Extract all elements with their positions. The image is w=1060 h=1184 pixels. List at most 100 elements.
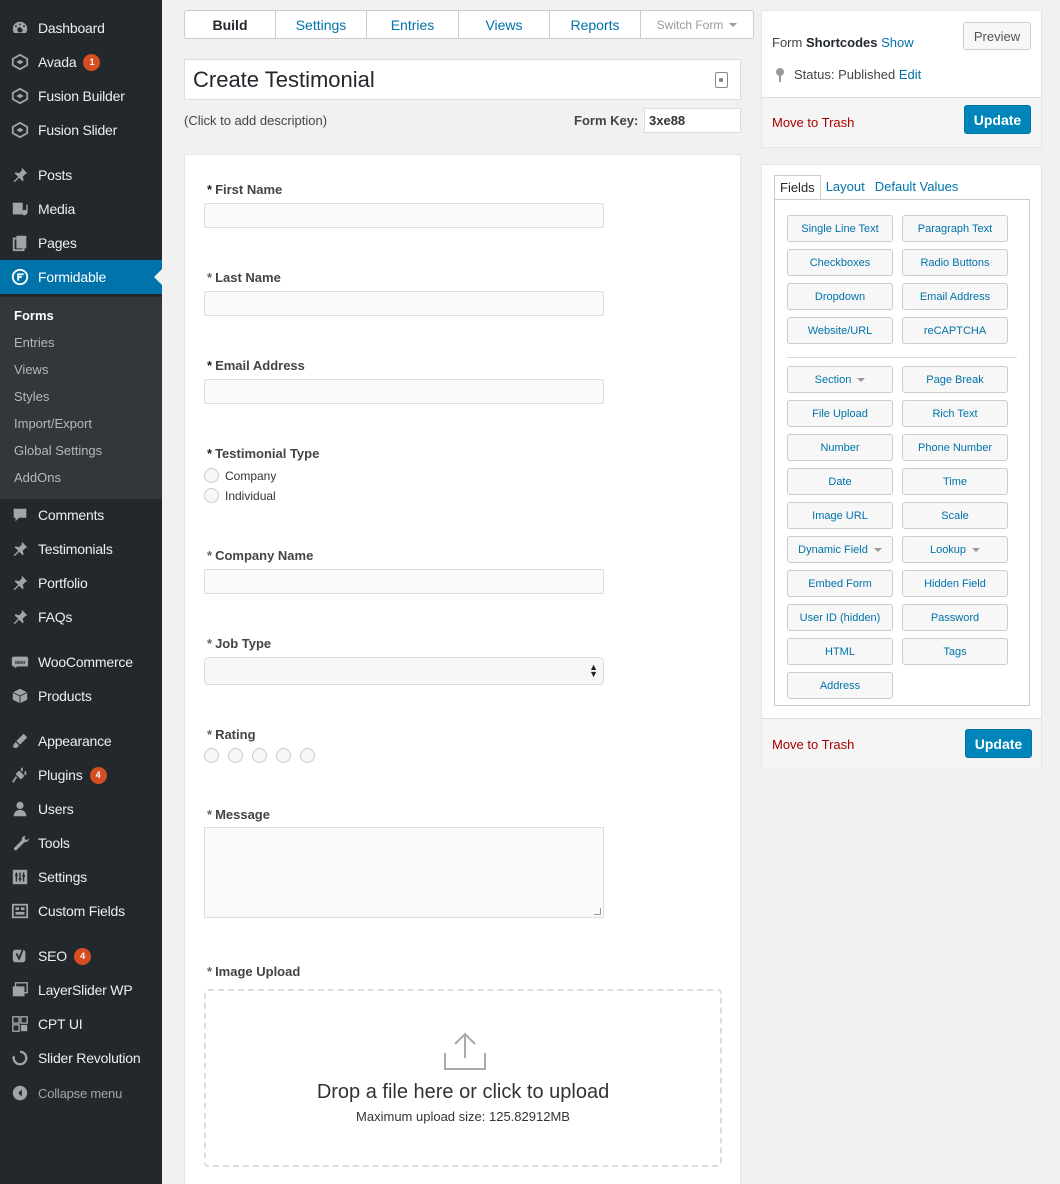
add-radio-buttons-button[interactable]: Radio Buttons — [902, 249, 1008, 276]
add-single-line-text-button[interactable]: Single Line Text — [787, 215, 893, 242]
form-description[interactable]: (Click to add description) — [184, 113, 327, 128]
menu-comments[interactable]: Comments — [0, 498, 162, 532]
submenu-import-export[interactable]: Import/Export — [14, 416, 92, 431]
tab-layout[interactable]: Layout — [821, 175, 870, 200]
field-label-last-name[interactable]: * Last Name — [207, 270, 281, 285]
menu-users[interactable]: Users — [0, 792, 162, 826]
menu-avada[interactable]: Avada 1 — [0, 45, 162, 79]
preview-button[interactable]: Preview — [963, 22, 1031, 50]
add-phone-number-button[interactable]: Phone Number — [902, 434, 1008, 461]
submenu-views[interactable]: Views — [14, 362, 48, 377]
add-dropdown-button[interactable]: Dropdown — [787, 283, 893, 310]
field-label-company-name[interactable]: * Company Name — [207, 548, 313, 563]
add-address-button[interactable]: Address — [787, 672, 893, 699]
add-email-address-button[interactable]: Email Address — [902, 283, 1008, 310]
submenu-global-settings[interactable]: Global Settings — [14, 443, 102, 458]
company-name-input[interactable] — [204, 569, 604, 594]
rating-star[interactable] — [300, 748, 315, 763]
last-name-input[interactable] — [204, 291, 604, 316]
menu-products[interactable]: Products — [0, 679, 162, 713]
field-label-job-type[interactable]: * Job Type — [207, 636, 271, 651]
add-user-id-button[interactable]: User ID (hidden) — [787, 604, 893, 631]
move-to-trash-link[interactable]: Move to Trash — [772, 115, 854, 130]
radio-option-individual[interactable]: Individual — [204, 488, 276, 503]
page-title[interactable]: Create Testimonial — [193, 67, 375, 93]
add-website-url-button[interactable]: Website/URL — [787, 317, 893, 344]
add-recaptcha-button[interactable]: reCAPTCHA — [902, 317, 1008, 344]
add-paragraph-text-button[interactable]: Paragraph Text — [902, 215, 1008, 242]
field-label-email[interactable]: * Email Address — [207, 358, 305, 373]
menu-fusion-builder[interactable]: Fusion Builder — [0, 79, 162, 113]
add-time-button[interactable]: Time — [902, 468, 1008, 495]
collapse-menu[interactable]: Collapse menu — [0, 1076, 162, 1110]
menu-layerslider[interactable]: LayerSlider WP — [0, 973, 162, 1007]
field-label-testimonial-type[interactable]: * Testimonial Type — [207, 446, 319, 461]
menu-posts[interactable]: Posts — [0, 158, 162, 192]
rating-star[interactable] — [276, 748, 291, 763]
field-label-message[interactable]: * Message — [207, 807, 270, 822]
switch-form-dropdown[interactable]: Switch Form — [641, 11, 753, 38]
menu-seo[interactable]: SEO 4 — [0, 939, 162, 973]
menu-settings[interactable]: Settings — [0, 860, 162, 894]
file-dropzone[interactable]: Drop a file here or click to upload Maxi… — [204, 989, 722, 1167]
tab-views[interactable]: Views — [459, 11, 550, 38]
move-to-trash-link[interactable]: Move to Trash — [772, 737, 854, 752]
add-lookup-button[interactable]: Lookup — [902, 536, 1008, 563]
submenu-addons[interactable]: AddOns — [14, 470, 61, 485]
radio-button[interactable] — [204, 488, 219, 503]
menu-custom-fields[interactable]: Custom Fields — [0, 894, 162, 928]
add-section-button[interactable]: Section — [787, 366, 893, 393]
menu-cpt-ui[interactable]: CPT UI — [0, 1007, 162, 1041]
email-field[interactable] — [204, 379, 604, 404]
tab-build[interactable]: Build — [185, 11, 276, 38]
menu-testimonials[interactable]: Testimonials — [0, 532, 162, 566]
menu-portfolio[interactable]: Portfolio — [0, 566, 162, 600]
job-type-select[interactable]: ▲ ▼ — [204, 657, 604, 685]
edit-status-link[interactable]: Edit — [899, 67, 921, 82]
menu-pages[interactable]: Pages — [0, 226, 162, 260]
rating-star[interactable] — [204, 748, 219, 763]
menu-formidable[interactable]: Formidable — [0, 260, 162, 294]
add-dynamic-field-button[interactable]: Dynamic Field — [787, 536, 893, 563]
menu-woocommerce[interactable]: woo WooCommerce — [0, 645, 162, 679]
submenu-entries[interactable]: Entries — [14, 335, 54, 350]
menu-appearance[interactable]: Appearance — [0, 724, 162, 758]
update-button[interactable]: Update — [965, 729, 1032, 758]
field-label-image-upload[interactable]: * Image Upload — [207, 964, 300, 979]
form-title-field[interactable]: Create Testimonial — [184, 59, 741, 100]
radio-option-company[interactable]: Company — [204, 468, 276, 483]
add-image-url-button[interactable]: Image URL — [787, 502, 893, 529]
tab-default-values[interactable]: Default Values — [870, 175, 964, 200]
message-textarea[interactable] — [204, 827, 604, 918]
field-label-rating[interactable]: * Rating — [207, 727, 256, 742]
submenu-styles[interactable]: Styles — [14, 389, 49, 404]
add-hidden-field-button[interactable]: Hidden Field — [902, 570, 1008, 597]
submenu-forms[interactable]: Forms — [14, 308, 54, 323]
add-embed-form-button[interactable]: Embed Form — [787, 570, 893, 597]
add-rich-text-button[interactable]: Rich Text — [902, 400, 1008, 427]
tab-reports[interactable]: Reports — [550, 11, 641, 38]
add-html-button[interactable]: HTML — [787, 638, 893, 665]
rating-star[interactable] — [252, 748, 267, 763]
form-key-input[interactable] — [644, 108, 741, 133]
add-number-button[interactable]: Number — [787, 434, 893, 461]
field-label-first-name[interactable]: * First Name — [207, 182, 282, 197]
form-shortcode-icon[interactable] — [715, 72, 728, 88]
add-date-button[interactable]: Date — [787, 468, 893, 495]
menu-fusion-slider[interactable]: Fusion Slider — [0, 113, 162, 147]
update-button[interactable]: Update — [964, 105, 1031, 134]
menu-dashboard[interactable]: Dashboard — [0, 11, 162, 45]
tab-fields[interactable]: Fields — [774, 175, 821, 200]
add-page-break-button[interactable]: Page Break — [902, 366, 1008, 393]
first-name-input[interactable] — [204, 203, 604, 228]
add-file-upload-button[interactable]: File Upload — [787, 400, 893, 427]
menu-plugins[interactable]: Plugins 4 — [0, 758, 162, 792]
show-shortcodes-link[interactable]: Show — [881, 35, 914, 50]
add-scale-button[interactable]: Scale — [902, 502, 1008, 529]
radio-button[interactable] — [204, 468, 219, 483]
add-tags-button[interactable]: Tags — [902, 638, 1008, 665]
menu-slider-revolution[interactable]: Slider Revolution — [0, 1041, 162, 1075]
rating-star[interactable] — [228, 748, 243, 763]
tab-entries[interactable]: Entries — [367, 11, 459, 38]
menu-tools[interactable]: Tools — [0, 826, 162, 860]
